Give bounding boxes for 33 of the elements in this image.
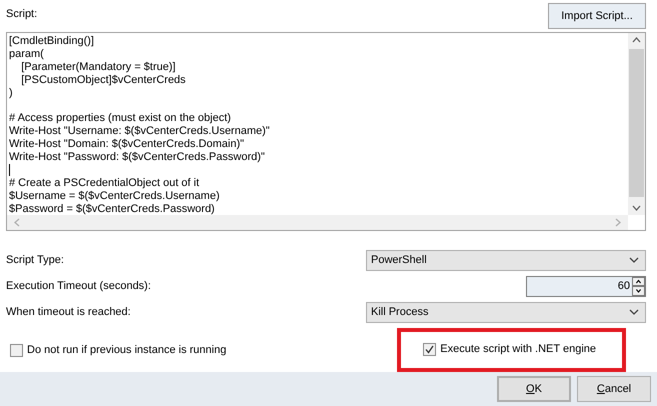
script-label: Script: bbox=[6, 6, 38, 22]
field-label: When timeout is reached: bbox=[6, 304, 131, 320]
field-label: Execution Timeout (seconds): bbox=[6, 278, 151, 294]
dropdown[interactable]: Kill Process bbox=[366, 302, 646, 322]
checkbox-label: Execute script with .NET engine bbox=[440, 342, 596, 357]
code-line: ) bbox=[9, 86, 13, 99]
ok-button[interactable]: OK bbox=[497, 376, 571, 402]
import-script-button[interactable]: Import Script... bbox=[548, 3, 646, 29]
code-line: Write-Host "Username: $($vCenterCreds.Username)" bbox=[9, 125, 270, 138]
spin-down-icon[interactable] bbox=[632, 286, 645, 296]
checkbox[interactable] bbox=[423, 342, 436, 356]
code-line: $Password = $($vCenterCreds.Password) bbox=[9, 202, 215, 215]
checkbox[interactable] bbox=[10, 344, 23, 356]
code-line: Write-Host "Domain: $($vCenterCreds.Domain)" bbox=[9, 138, 244, 150]
chevron-down-icon bbox=[629, 257, 639, 263]
vertical-scrollbar[interactable] bbox=[628, 33, 645, 215]
code-line: $Username = $($vCenterCreds.Username) bbox=[9, 190, 220, 202]
code-line: param( bbox=[9, 48, 44, 60]
number-spinner[interactable]: 60 bbox=[526, 276, 646, 296]
dropdown[interactable]: PowerShell bbox=[366, 250, 646, 270]
field-label: Script Type: bbox=[6, 252, 64, 268]
code-line: [PSCustomObject]$vCenterCreds bbox=[20, 74, 186, 86]
code-line: # Access properties (must exist on the object) bbox=[9, 112, 231, 124]
code-line: [CmdletBinding()] bbox=[9, 35, 94, 47]
code-line: Write-Host "Password: $($vCenterCreds.Password)" bbox=[9, 151, 265, 164]
checkbox-label: Do not run if previous instance is running bbox=[27, 342, 226, 358]
script-editor[interactable] bbox=[6, 32, 646, 231]
check-icon bbox=[425, 344, 434, 354]
chevron-down-icon bbox=[629, 309, 639, 315]
code-line: # Create a PSCredentialObject out of it bbox=[9, 176, 200, 189]
cancel-button[interactable]: Cancel bbox=[577, 376, 651, 402]
code-line: [Parameter(Mandatory = $true)] bbox=[20, 60, 176, 73]
spin-up-icon[interactable] bbox=[632, 276, 645, 286]
